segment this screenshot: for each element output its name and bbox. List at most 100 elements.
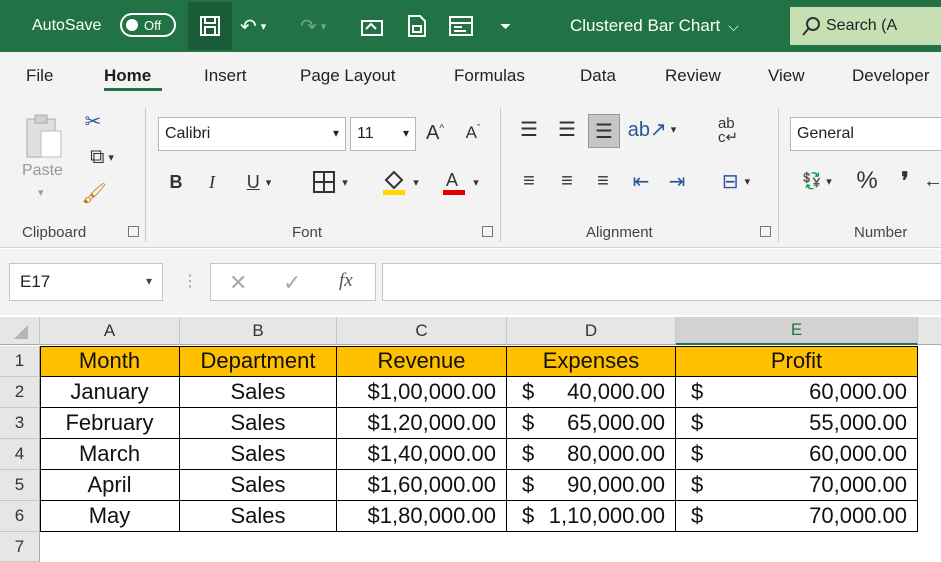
- header-cell-month[interactable]: Month: [40, 346, 180, 377]
- column-header-e[interactable]: E: [676, 317, 918, 345]
- comma-style-button[interactable]: ❜: [892, 166, 918, 196]
- enter-check-icon[interactable]: ✓: [283, 270, 301, 296]
- insert-function-icon[interactable]: fx: [339, 270, 353, 292]
- table-cell-month[interactable]: May: [40, 501, 180, 532]
- bold-button[interactable]: B: [162, 166, 190, 198]
- align-left-button[interactable]: ≡: [514, 166, 544, 196]
- top-align-button[interactable]: ☰: [514, 114, 544, 144]
- header-cell-profit[interactable]: Profit: [676, 346, 918, 377]
- center-button[interactable]: ≡: [552, 166, 582, 196]
- row-header-5[interactable]: 5: [0, 470, 40, 501]
- undo-button[interactable]: ↶ ▾: [240, 0, 266, 52]
- decrease-indent-button[interactable]: ⇤: [626, 166, 656, 196]
- fill-color-button[interactable]: ▾: [374, 166, 426, 198]
- table-cell-expenses[interactable]: $80,000.00: [507, 439, 676, 470]
- table-cell-department[interactable]: Sales: [180, 377, 337, 408]
- number-format-select[interactable]: General: [790, 117, 941, 151]
- cancel-icon[interactable]: ✕: [229, 270, 247, 296]
- table-cell-revenue[interactable]: $1,00,000.00: [337, 377, 507, 408]
- undo-dropdown-icon[interactable]: ▾: [261, 20, 267, 33]
- table-cell-month[interactable]: March: [40, 439, 180, 470]
- sign-document-button[interactable]: [360, 0, 384, 52]
- column-header-c[interactable]: C: [337, 317, 507, 345]
- column-header-a[interactable]: A: [40, 317, 180, 345]
- merge-center-button[interactable]: ⊟ ▾: [710, 166, 762, 196]
- orientation-button[interactable]: ab↗ ▾: [628, 114, 677, 144]
- bottom-align-button[interactable]: ☰: [588, 114, 620, 148]
- table-cell-month[interactable]: January: [40, 377, 180, 408]
- tab-file[interactable]: File: [26, 66, 53, 86]
- paste-button[interactable]: [22, 108, 66, 164]
- table-button[interactable]: [448, 0, 474, 52]
- table-cell-department[interactable]: Sales: [180, 439, 337, 470]
- table-cell-expenses[interactable]: $65,000.00: [507, 408, 676, 439]
- tab-page-layout[interactable]: Page Layout: [300, 66, 395, 86]
- borders-button[interactable]: ▾: [304, 166, 356, 198]
- header-cell-expenses[interactable]: Expenses: [507, 346, 676, 377]
- tab-view[interactable]: View: [768, 66, 805, 86]
- table-cell-revenue[interactable]: $1,80,000.00: [337, 501, 507, 532]
- increase-indent-button[interactable]: ⇥: [662, 166, 692, 196]
- table-cell-revenue[interactable]: $1,60,000.00: [337, 470, 507, 501]
- tab-home[interactable]: Home: [104, 66, 151, 86]
- decrease-font-button[interactable]: Aˇ: [458, 117, 488, 149]
- font-launcher-icon[interactable]: [482, 226, 493, 237]
- table-cell-month[interactable]: April: [40, 470, 180, 501]
- row-header-7[interactable]: 7: [0, 532, 40, 562]
- tab-insert[interactable]: Insert: [204, 66, 247, 86]
- tab-formulas[interactable]: Formulas: [454, 66, 525, 86]
- customize-qat-button[interactable]: ⏷: [500, 0, 511, 52]
- name-box[interactable]: E17 ▾: [9, 263, 163, 301]
- formula-bar-grip-icon[interactable]: ⋮: [182, 271, 198, 291]
- autosave-toggle[interactable]: Off: [120, 13, 176, 37]
- table-cell-profit[interactable]: $60,000.00: [676, 377, 918, 408]
- align-right-button[interactable]: ≡: [588, 166, 618, 196]
- cut-button[interactable]: ✂: [82, 108, 104, 134]
- header-cell-revenue[interactable]: Revenue: [337, 346, 507, 377]
- table-cell-expenses[interactable]: $1,10,000.00: [507, 501, 676, 532]
- font-size-select[interactable]: 11 ▾: [350, 117, 416, 151]
- row-header-2[interactable]: 2: [0, 377, 40, 408]
- tab-data[interactable]: Data: [580, 66, 616, 86]
- chevron-down-icon[interactable]: ▾: [38, 186, 44, 199]
- table-cell-department[interactable]: Sales: [180, 501, 337, 532]
- copy-button[interactable]: ⧉ ▾: [80, 144, 124, 170]
- table-cell-revenue[interactable]: $1,40,000.00: [337, 439, 507, 470]
- form-button[interactable]: [406, 0, 428, 52]
- alignment-launcher-icon[interactable]: [760, 226, 771, 237]
- tab-review[interactable]: Review: [665, 66, 721, 86]
- table-cell-profit[interactable]: $60,000.00: [676, 439, 918, 470]
- middle-align-button[interactable]: ☰: [552, 114, 582, 144]
- wrap-text-button[interactable]: ab c↵: [712, 114, 744, 148]
- table-cell-expenses[interactable]: $40,000.00: [507, 377, 676, 408]
- select-all-corner[interactable]: [0, 317, 40, 345]
- document-title[interactable]: Clustered Bar Chart ⌵: [570, 0, 739, 52]
- table-cell-profit[interactable]: $70,000.00: [676, 470, 918, 501]
- save-button[interactable]: [188, 2, 232, 50]
- increase-decimal-button[interactable]: ←: [926, 166, 940, 196]
- header-cell-dept[interactable]: Department: [180, 346, 337, 377]
- table-cell-month[interactable]: February: [40, 408, 180, 439]
- percent-style-button[interactable]: %: [852, 166, 882, 196]
- row-header-6[interactable]: 6: [0, 501, 40, 532]
- table-cell-profit[interactable]: $70,000.00: [676, 501, 918, 532]
- clipboard-launcher-icon[interactable]: [128, 226, 139, 237]
- increase-font-button[interactable]: A^: [420, 117, 450, 149]
- redo-button[interactable]: ↷ ▾: [300, 0, 326, 52]
- accounting-format-button[interactable]: 💱 ▾: [792, 166, 842, 196]
- italic-button[interactable]: I: [198, 166, 226, 198]
- table-cell-expenses[interactable]: $90,000.00: [507, 470, 676, 501]
- table-cell-department[interactable]: Sales: [180, 408, 337, 439]
- row-header-4[interactable]: 4: [0, 439, 40, 470]
- row-header-1[interactable]: 1: [0, 346, 40, 377]
- formula-input[interactable]: [382, 263, 941, 301]
- row-header-3[interactable]: 3: [0, 408, 40, 439]
- column-header-d[interactable]: D: [507, 317, 676, 345]
- format-painter-button[interactable]: 🖌: [81, 180, 106, 206]
- table-cell-revenue[interactable]: $1,20,000.00: [337, 408, 507, 439]
- table-cell-profit[interactable]: $55,000.00: [676, 408, 918, 439]
- font-color-button[interactable]: A ▾: [434, 166, 486, 198]
- search-input[interactable]: Search (A: [790, 7, 941, 45]
- column-header-f[interactable]: [918, 317, 941, 345]
- column-header-b[interactable]: B: [180, 317, 337, 345]
